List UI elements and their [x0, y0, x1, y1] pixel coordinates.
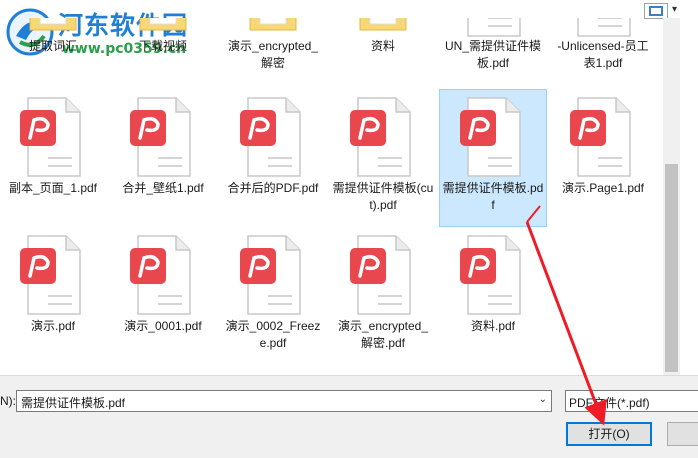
- pdf-file-icon: [458, 228, 528, 315]
- view-dropdown-icon[interactable]: ▾: [672, 4, 677, 15]
- pdf-file-icon: [238, 228, 308, 315]
- folder-icon: [348, 18, 418, 40]
- filename-label: N):: [0, 394, 16, 408]
- filename-input[interactable]: 需提供证件模板.pdf ⌄: [16, 390, 552, 412]
- file-item[interactable]: 演示_0001.pdf: [110, 228, 216, 335]
- file-item[interactable]: UN_需提供证件模板.pdf: [440, 18, 546, 71]
- file-item[interactable]: 演示_encrypted_解密: [220, 18, 326, 71]
- pdf-file-icon: [348, 228, 418, 315]
- file-item[interactable]: -Unlicensed-员工表1.pdf: [550, 18, 656, 71]
- file-name: 演示_encrypted_解密: [227, 39, 319, 70]
- file-name: UN_需提供证件模板.pdf: [444, 39, 541, 70]
- file-name: 需提供证件模板(cut).pdf: [332, 181, 434, 212]
- file-item[interactable]: 资料.pdf: [440, 228, 546, 335]
- file-item[interactable]: 副本_页面_1.pdf: [0, 90, 106, 197]
- scrollbar-thumb[interactable]: [665, 164, 678, 372]
- dialog-footer: N): 需提供证件模板.pdf ⌄ PDF文件(*.pdf) 打开(O): [0, 375, 698, 458]
- file-name: 需提供证件模板.pdf: [442, 181, 544, 212]
- file-name: 提取词汇: [28, 39, 77, 53]
- file-name: 资料: [370, 39, 395, 53]
- filename-value: 需提供证件模板.pdf: [21, 396, 126, 410]
- file-name: 副本_页面_1.pdf: [8, 181, 98, 195]
- file-name: 演示_0001.pdf: [124, 319, 202, 333]
- file-name: 资料.pdf: [470, 319, 516, 333]
- vertical-scrollbar[interactable]: [663, 18, 680, 375]
- file-name: 演示.pdf: [30, 319, 76, 333]
- file-item[interactable]: 合并_壁纸1.pdf: [110, 90, 216, 197]
- file-item[interactable]: 演示.pdf: [0, 228, 106, 335]
- pdf-file-icon: [458, 18, 528, 40]
- filetype-select[interactable]: PDF文件(*.pdf): [565, 390, 698, 412]
- file-name: 演示_0002_Freeze.pdf: [225, 319, 321, 350]
- view-toggle-button[interactable]: [644, 3, 668, 19]
- pdf-file-icon: [18, 90, 88, 177]
- pdf-file-icon: [568, 90, 638, 177]
- pdf-file-icon: [568, 18, 638, 40]
- file-item[interactable]: 演示_0002_Freeze.pdf: [220, 228, 326, 351]
- file-name: -Unlicensed-员工表1.pdf: [557, 39, 649, 70]
- file-name: 下载视频: [138, 39, 187, 53]
- file-item[interactable]: 需提供证件模板.pdf: [439, 89, 547, 227]
- file-name: 合并_壁纸1.pdf: [122, 181, 204, 195]
- file-item[interactable]: 提取词汇: [0, 18, 106, 55]
- pdf-file-icon: [348, 90, 418, 177]
- file-item[interactable]: 下载视频: [110, 18, 216, 55]
- file-item[interactable]: 合并后的PDF.pdf: [220, 90, 326, 197]
- file-item[interactable]: 演示.Page1.pdf: [550, 90, 656, 197]
- file-name: 演示.Page1.pdf: [561, 181, 645, 195]
- pdf-file-icon: [128, 90, 198, 177]
- folder-icon: [238, 18, 308, 40]
- filetype-value: PDF文件(*.pdf): [569, 396, 650, 410]
- open-button[interactable]: 打开(O): [566, 422, 652, 446]
- folder-icon: [128, 18, 198, 40]
- pdf-file-icon: [458, 90, 528, 177]
- file-name: 合并后的PDF.pdf: [227, 181, 319, 195]
- file-name: 演示_encrypted_解密.pdf: [337, 319, 429, 350]
- file-item[interactable]: 资料: [330, 18, 436, 55]
- file-item[interactable]: 演示_encrypted_解密.pdf: [330, 228, 436, 351]
- folder-icon: [18, 18, 88, 40]
- filename-dropdown-icon[interactable]: ⌄: [539, 394, 547, 405]
- file-item[interactable]: 需提供证件模板(cut).pdf: [330, 90, 436, 213]
- view-toggle-icon: [649, 6, 663, 16]
- file-list[interactable]: 提取词汇 下载视频 演示_encrypted_解密 资料 UN_需提供证件模板.pdf -…: [0, 18, 663, 375]
- cancel-button[interactable]: [667, 422, 698, 446]
- pdf-file-icon: [18, 228, 88, 315]
- pdf-file-icon: [128, 228, 198, 315]
- pdf-file-icon: [238, 90, 308, 177]
